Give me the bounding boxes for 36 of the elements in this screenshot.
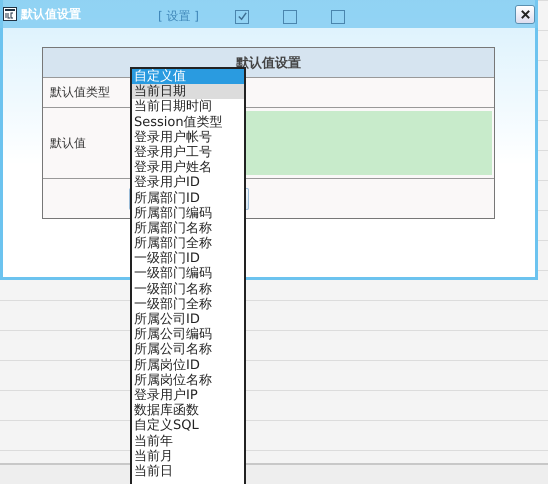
checkbox[interactable]: [283, 10, 297, 24]
dropdown-option[interactable]: 当前日期时间: [132, 99, 244, 115]
dropdown-option[interactable]: 所属部门ID: [132, 190, 244, 206]
dropdown-option[interactable]: 登录用户姓名: [132, 160, 244, 176]
dropdown-option[interactable]: 所属岗位ID: [132, 358, 244, 373]
dropdown-option[interactable]: 一级部门全称: [132, 296, 244, 312]
close-icon: [520, 8, 530, 20]
field-label: 默认值: [50, 134, 86, 152]
window-title: 默认值设置: [21, 6, 81, 22]
dropdown-option[interactable]: 登录用户帐号: [132, 130, 244, 145]
dropdown-option[interactable]: 一级部门名称: [132, 282, 244, 297]
dropdown-option[interactable]: 所属岗位名称: [132, 372, 244, 388]
dropdown-option[interactable]: 当前日期: [132, 84, 244, 100]
grid-header-text: [ 设置 ]: [158, 8, 199, 25]
dropdown-option[interactable]: 所属部门编码: [132, 206, 244, 221]
dropdown-option[interactable]: 登录用户工号: [132, 144, 244, 160]
dropdown-option[interactable]: 登录用户ID: [132, 175, 244, 190]
dropdown-option[interactable]: 登录用户IP: [132, 388, 244, 404]
dropdown-option[interactable]: 一级部门编码: [132, 266, 244, 282]
checkbox[interactable]: [235, 10, 249, 24]
dropdown-option[interactable]: 所属公司ID: [132, 312, 244, 328]
dropdown-option[interactable]: 一级部门ID: [132, 251, 244, 266]
dropdown-option[interactable]: 当前日: [132, 464, 244, 480]
dropdown-option[interactable]: 当前年: [132, 434, 244, 449]
dropdown-option[interactable]: 所属部门全称: [132, 236, 244, 252]
dropdown-option[interactable]: 所属部门名称: [132, 220, 244, 236]
dropdown-option[interactable]: 所属公司编码: [132, 327, 244, 342]
dropdown-option[interactable]: 所属公司名称: [132, 342, 244, 358]
dropdown-option[interactable]: 自定义SQL: [132, 418, 244, 434]
close-button[interactable]: [515, 4, 535, 24]
checkbox[interactable]: [331, 10, 345, 24]
dropdown-option[interactable]: Session值类型: [132, 114, 244, 130]
dropdown-option[interactable]: 当前月: [132, 448, 244, 464]
dropdown-option[interactable]: 数据库函数: [132, 403, 244, 418]
app-icon: [3, 7, 17, 21]
field-label: 默认值类型: [50, 84, 110, 101]
